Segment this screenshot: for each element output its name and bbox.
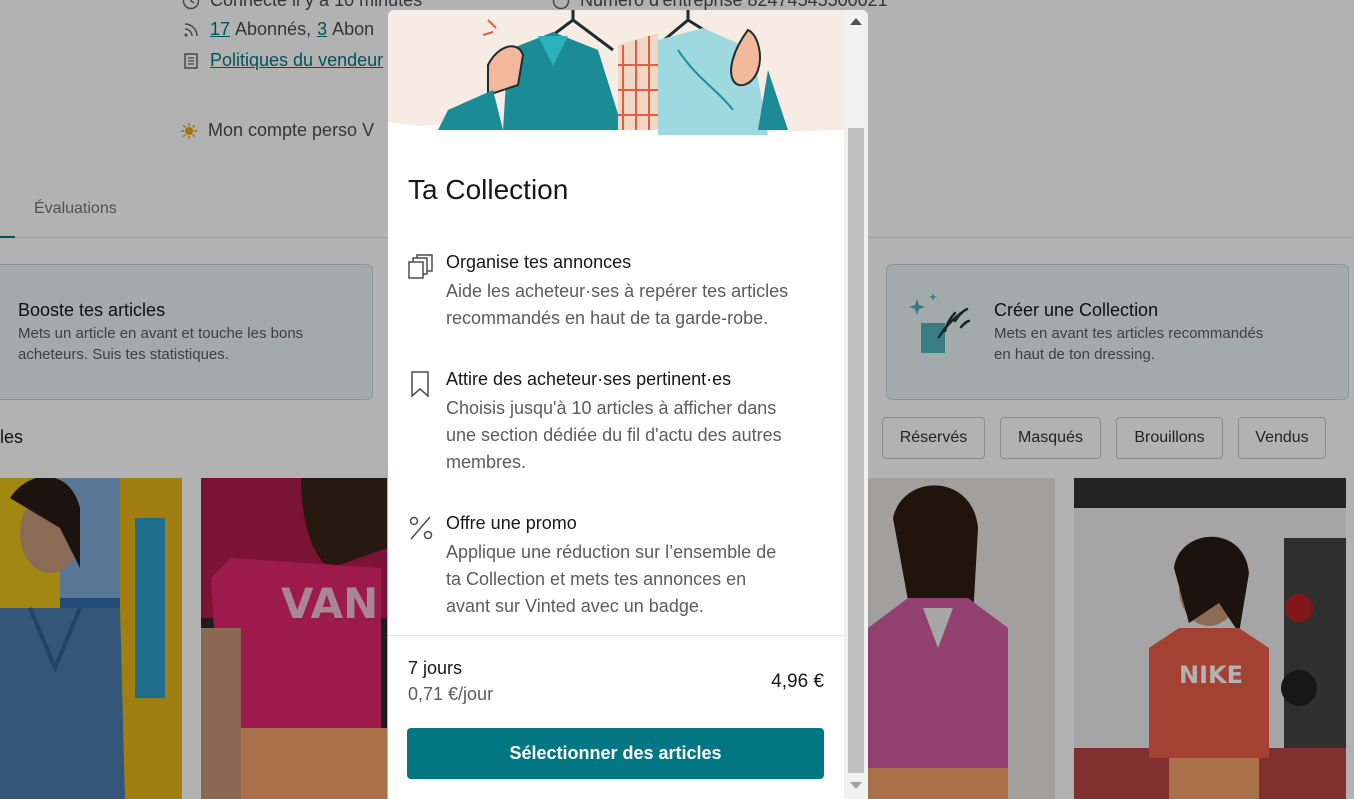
feature-description: Choisis jusqu'à 10 articles à afficher d…	[446, 395, 836, 476]
duration-label: 7 jours	[408, 658, 463, 678]
modal-content: Ta Collection Organise tes annonces Aide…	[388, 10, 844, 799]
pricing-divider	[388, 635, 844, 636]
scroll-thumb[interactable]	[848, 128, 864, 773]
feature-line: avant sur Vinted avec un badge.	[446, 596, 704, 616]
feature-line: membres.	[446, 452, 527, 472]
feature-line: Aide les acheteur·ses à repérer tes arti…	[446, 281, 789, 301]
feature-title: Attire des acheteur·ses pertinent·es	[446, 369, 732, 389]
scroll-down-arrow-icon[interactable]	[850, 782, 862, 789]
modal-scrollbar[interactable]	[844, 10, 868, 799]
select-items-button[interactable]: Sélectionner des articles	[407, 728, 824, 779]
collection-hero-illustration	[388, 10, 844, 160]
feature-line: recommandés en haut de ta garde-robe.	[446, 308, 769, 328]
feature-line: une section dédiée du fil d'actu des aut…	[446, 425, 782, 445]
feature-description: Applique une réduction sur l’ensemble de…	[446, 539, 836, 620]
bookmark-icon	[408, 371, 434, 398]
feature-title: Organise tes annonces	[446, 252, 632, 272]
feature-line: Applique une réduction sur l’ensemble de	[446, 542, 777, 562]
feature-line: ta Collection et mets tes annonces en	[446, 569, 747, 589]
percent-icon	[408, 515, 434, 541]
modal-title: Ta Collection	[408, 174, 569, 205]
scroll-up-arrow-icon[interactable]	[850, 18, 862, 25]
feature-title: Offre une promo	[446, 513, 577, 533]
total-price: 4,96 €	[771, 671, 824, 692]
collection-modal: Ta Collection Organise tes annonces Aide…	[388, 10, 868, 799]
feature-description: Aide les acheteur·ses à repérer tes arti…	[446, 278, 836, 332]
feature-line: Choisis jusqu'à 10 articles à afficher d…	[446, 398, 777, 418]
per-day-price: 0,71 €/jour	[408, 684, 494, 704]
stack-icon	[408, 254, 434, 280]
